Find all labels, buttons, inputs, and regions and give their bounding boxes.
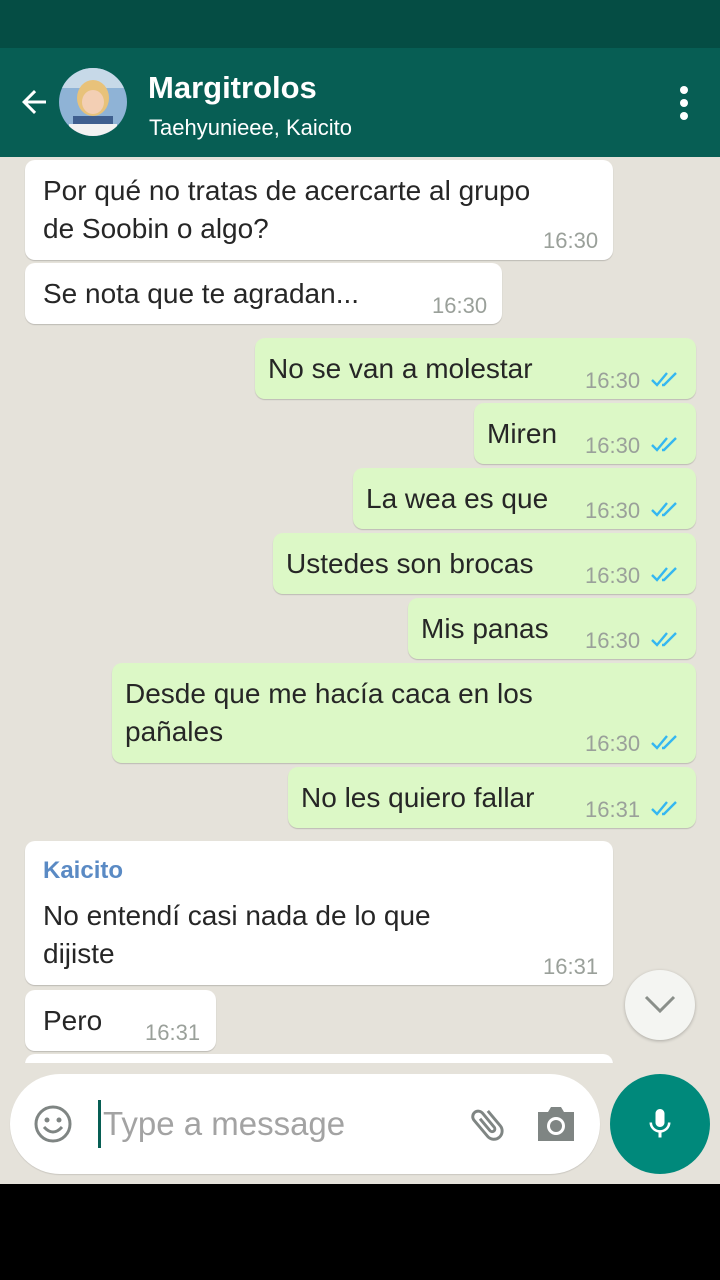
message-time: 16:31 xyxy=(145,1020,201,1045)
chat-title[interactable]: Margitrolos xyxy=(148,70,317,106)
message-incoming[interactable]: Por qué no tratas de acercarte al grupo … xyxy=(25,160,613,260)
chevron-down-icon xyxy=(644,995,676,1014)
composer-bar xyxy=(0,1063,720,1184)
message-text: dijiste xyxy=(43,938,115,969)
camera-icon[interactable] xyxy=(534,1104,578,1144)
double-check-icon xyxy=(651,437,677,452)
message-text: La wea es que xyxy=(366,483,549,514)
scroll-to-bottom-button[interactable] xyxy=(625,970,695,1040)
message-text: Miren xyxy=(487,418,558,449)
message-time: 16:30 xyxy=(585,433,641,458)
arrow-left-icon xyxy=(22,90,46,114)
message-input[interactable] xyxy=(103,1100,433,1148)
double-check-icon xyxy=(651,372,677,387)
message-outgoing[interactable]: La wea es que 16:30 xyxy=(353,468,696,529)
group-avatar[interactable] xyxy=(59,68,127,136)
message-time: 16:31 xyxy=(543,954,599,979)
more-options-button[interactable] xyxy=(678,86,690,120)
message-time: 16:30 xyxy=(585,563,641,588)
double-check-icon xyxy=(651,735,677,750)
status-bar xyxy=(0,0,720,48)
double-check-icon xyxy=(651,502,677,517)
emoji-icon[interactable] xyxy=(33,1104,73,1144)
message-time: 16:30 xyxy=(432,293,488,318)
message-outgoing[interactable]: Desde que me hacía caca en los pañales 1… xyxy=(112,663,696,763)
message-text: Por qué no tratas de acercarte al grupo xyxy=(43,175,531,206)
message-incoming[interactable]: Se nota que te agradan... 16:30 xyxy=(25,263,502,324)
message-incoming[interactable]: Pero 16:31 xyxy=(25,990,216,1051)
back-button[interactable] xyxy=(14,82,54,122)
navigation-bar-area xyxy=(0,1184,720,1280)
message-outgoing[interactable]: Mis panas 16:30 xyxy=(408,598,696,659)
message-outgoing[interactable]: No se van a molestar 16:30 xyxy=(255,338,696,399)
message-incoming[interactable]: Kaicito No entendí casi nada de lo que d… xyxy=(25,841,613,985)
message-text: de Soobin o algo? xyxy=(43,213,269,244)
message-text: pañales xyxy=(125,716,224,747)
message-time: 16:30 xyxy=(585,628,641,653)
message-text: No se van a molestar xyxy=(268,353,533,384)
message-time: 16:30 xyxy=(585,368,641,393)
more-vert-icon xyxy=(680,86,688,94)
text-caret xyxy=(98,1100,101,1148)
message-time: 16:30 xyxy=(585,498,641,523)
message-time: 16:31 xyxy=(585,797,641,822)
message-incoming[interactable] xyxy=(25,1054,613,1063)
message-text: No entendí casi nada de lo que xyxy=(43,900,431,931)
double-check-icon xyxy=(651,567,677,582)
chat-header: Margitrolos Taehyunieee, Kaicito xyxy=(0,48,720,157)
chat-participants[interactable]: Taehyunieee, Kaicito xyxy=(149,115,352,141)
message-outgoing[interactable]: No les quiero fallar 16:31 xyxy=(288,767,696,828)
paperclip-icon[interactable] xyxy=(466,1102,510,1146)
mic-button[interactable] xyxy=(610,1074,710,1174)
message-list[interactable]: Por qué no tratas de acercarte al grupo … xyxy=(0,157,720,1063)
message-text: Desde que me hacía caca en los xyxy=(125,678,533,709)
message-text: Mis panas xyxy=(421,613,549,644)
message-outgoing[interactable]: Miren 16:30 xyxy=(474,403,696,464)
message-text: No les quiero fallar xyxy=(301,782,535,813)
message-time: 16:30 xyxy=(543,228,599,253)
message-text: Pero xyxy=(43,1005,103,1036)
message-text: Ustedes son brocas xyxy=(286,548,534,579)
message-text: Se nota que te agradan... xyxy=(43,278,360,309)
double-check-icon xyxy=(651,801,677,816)
message-outgoing[interactable]: Ustedes son brocas 16:30 xyxy=(273,533,696,594)
message-sender[interactable]: Kaicito xyxy=(43,857,123,885)
message-time: 16:30 xyxy=(585,731,641,756)
mic-icon xyxy=(649,1109,671,1138)
message-composer[interactable] xyxy=(10,1074,600,1174)
double-check-icon xyxy=(651,632,677,647)
